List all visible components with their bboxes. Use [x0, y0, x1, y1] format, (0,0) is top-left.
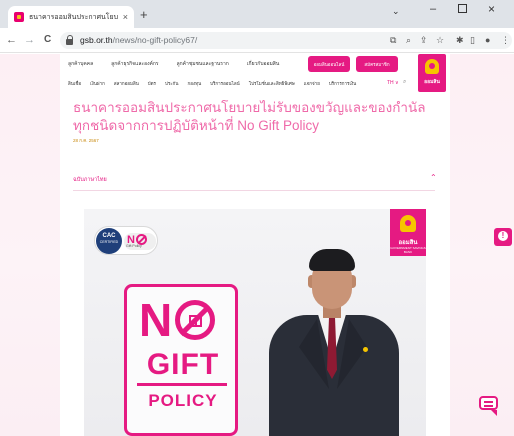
url-host: gsb.or.th: [80, 35, 113, 45]
executive-portrait: [269, 249, 409, 436]
lapel-pin: [363, 347, 368, 352]
no-gift-policy-poster: CAC CERTIFIED N Gift Policy ออมสิน GOVER…: [84, 209, 426, 436]
top-nav-business[interactable]: ลูกค้าธุรกิจและองค์กร: [111, 60, 158, 68]
star-icon[interactable]: ☆: [436, 35, 444, 46]
gsb-emblem-icon: [425, 59, 439, 74]
cac-no-gift-pill: N Gift Policy: [124, 233, 156, 250]
top-nav-about[interactable]: เกี่ยวกับออมสิน: [247, 60, 279, 68]
register-button[interactable]: สมัครสมาชิก: [356, 56, 398, 72]
page-viewport: ลูกค้าบุคคล ลูกค้าธุรกิจและองค์กร ลูกค้า…: [0, 54, 514, 436]
hair: [309, 249, 355, 271]
divider: [73, 190, 435, 191]
sub-nav-loans[interactable]: สินเชื่อ: [68, 80, 81, 87]
gsb-emblem-icon: [400, 215, 416, 232]
no-letter-n: N: [139, 294, 173, 346]
accessibility-button[interactable]: [494, 228, 512, 246]
address-bar[interactable]: gsb.or.th/news/no-gift-policy67/ ⧉ ⌕ ⇪ ☆: [60, 32, 512, 49]
logo-text: ออมสิน: [424, 79, 440, 85]
chat-tail: [491, 410, 497, 416]
translate-icon[interactable]: ⧉: [390, 35, 396, 46]
sidebar-icon[interactable]: ▯: [470, 35, 475, 46]
tab-strip: ธนาคารออมสินประกาศนโยบายไม่รับฯ × + ⌄ – …: [0, 0, 514, 28]
zoom-icon[interactable]: ⌕: [406, 35, 411, 46]
extensions-icon[interactable]: ✱: [456, 35, 464, 46]
url-text: gsb.or.th/news/no-gift-policy67/: [80, 35, 197, 45]
language-toggle[interactable]: TH ∨: [387, 80, 399, 86]
sub-nav-promotions[interactable]: โปรโมชั่นและสิทธิพิเศษ: [249, 80, 295, 87]
gift-word: GIFT: [146, 348, 220, 381]
tab-search-icon[interactable]: ⌄: [392, 6, 400, 17]
sub-nav-financial[interactable]: บริการการเงิน: [329, 80, 356, 87]
publish-date: 28 ก.ค. 2567: [73, 138, 99, 143]
prohibition-slash: [179, 305, 210, 337]
new-tab-button[interactable]: +: [140, 8, 148, 22]
top-nav: ลูกค้าบุคคล ลูกค้าธุรกิจและองค์กร ลูกค้า…: [68, 60, 297, 68]
cac-sub: CERTIFIED: [99, 240, 119, 244]
chat-icon: [479, 396, 498, 410]
sub-nav-deposits[interactable]: เงินฝาก: [90, 80, 105, 87]
back-button[interactable]: ←: [6, 34, 17, 46]
minimize-button[interactable]: –: [430, 3, 436, 15]
browser-toolbar: ← → C gsb.or.th/news/no-gift-policy67/ ⧉…: [0, 28, 514, 53]
cac-no-gift-badge: CAC CERTIFIED N Gift Policy: [94, 226, 158, 255]
no-gift-circle-icon: [175, 300, 215, 340]
chat-button[interactable]: [477, 394, 501, 416]
cac-title: CAC: [102, 233, 116, 239]
url-path: /news/no-gift-policy67/: [112, 35, 198, 45]
sub-nav-insurance[interactable]: ประกัน: [165, 80, 179, 87]
close-window-button[interactable]: ×: [488, 2, 495, 16]
cac-seal: CAC CERTIFIED: [96, 228, 122, 254]
menu-icon[interactable]: ⋮: [501, 35, 510, 46]
sub-nav-lottery[interactable]: สลากออมสิน: [114, 80, 139, 87]
profile-icon[interactable]: ●: [485, 35, 490, 46]
top-nav-personal[interactable]: ลูกค้าบุคคล: [68, 60, 93, 68]
policy-word: POLICY: [148, 391, 218, 410]
reload-button[interactable]: C: [44, 34, 51, 46]
cac-gift-policy: Gift Policy: [126, 244, 142, 248]
share-icon[interactable]: ⇪: [420, 35, 428, 46]
site-search-icon[interactable]: ⌕: [403, 79, 406, 86]
chevron-up-icon[interactable]: ⌃: [430, 173, 437, 182]
tab-close-icon[interactable]: ×: [123, 12, 128, 22]
maximize-button[interactable]: [458, 4, 467, 13]
gsb-logo[interactable]: ออมสิน: [418, 54, 446, 92]
online-banking-button[interactable]: ออมสินออนไลน์: [308, 56, 350, 72]
browser-tab[interactable]: ธนาคารออมสินประกาศนโยบายไม่รับฯ ×: [8, 6, 134, 28]
lock-icon[interactable]: [66, 35, 74, 46]
sub-nav-cards[interactable]: บัตร: [148, 80, 156, 87]
section-label[interactable]: ฉบับภาษาไทย: [73, 176, 107, 184]
sub-nav: สินเชื่อ เงินฝาก สลากออมสิน บัตร ประกัน …: [68, 80, 365, 87]
site-content: ลูกค้าบุคคล ลูกค้าธุรกิจและองค์กร ลูกค้า…: [60, 54, 450, 436]
gsb-favicon-icon: [14, 12, 24, 22]
forward-button[interactable]: →: [24, 34, 35, 46]
page-title: ธนาคารออมสินประกาศนโยบายไม่รับของขวัญและ…: [73, 100, 426, 133]
tab-title: ธนาคารออมสินประกาศนโยบายไม่รับฯ: [29, 13, 118, 21]
sub-nav-funds[interactable]: กองทุน: [187, 80, 201, 87]
sub-nav-online[interactable]: บริการออนไลน์: [210, 80, 240, 87]
no-gift-policy-mark: N GIFT POLICY: [124, 284, 238, 436]
top-nav-community[interactable]: ลูกค้าชุมชนและฐานราก: [177, 60, 229, 68]
mark-divider: [137, 383, 227, 386]
sub-nav-distribution[interactable]: แจกจ่าย: [304, 80, 320, 87]
